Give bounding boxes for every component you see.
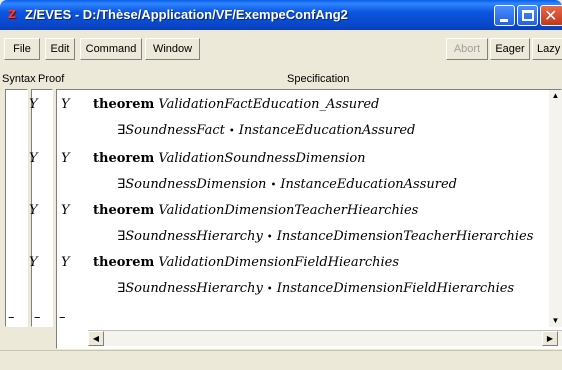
arrow-down-icon[interactable]: ▼ — [549, 314, 562, 327]
horizontal-scrollbar[interactable]: ◀ ▶ — [88, 330, 562, 346]
menu-command[interactable]: Command — [80, 38, 142, 60]
spot-symbol: • — [228, 126, 235, 137]
predicate: InstanceDimensionFieldHierarchies — [276, 281, 515, 296]
theorem-header[interactable]: theorem ValidationFactEducation_Assured — [93, 97, 379, 113]
theorem-keyword: theorem — [93, 255, 155, 270]
bound-variable: SoundnessFact — [125, 123, 225, 138]
menu-window[interactable]: Window — [145, 38, 200, 60]
bound-variable: SoundnessHierarchy — [125, 281, 263, 296]
abort-button[interactable]: Abort — [446, 38, 488, 60]
maximize-icon — [522, 10, 534, 21]
minimize-button[interactable] — [494, 5, 515, 26]
specification-column-header: Specification — [287, 73, 350, 85]
syntax-column-header: Syntax — [2, 73, 36, 85]
theorem-header[interactable]: theorem ValidationDimensionTeacherHiearc… — [93, 203, 418, 219]
bound-variable: SoundnessDimension — [125, 177, 267, 192]
close-icon: ✕ — [544, 6, 558, 25]
theorem-name: ValidationFactEducation_Assured — [158, 97, 380, 112]
theorem-body[interactable]: ∃SoundnessFact • InstanceEducationAssured — [117, 123, 415, 140]
close-button[interactable]: ✕ — [540, 5, 562, 26]
spot-symbol: • — [266, 284, 273, 295]
arrow-right-icon[interactable]: ▶ — [542, 331, 558, 346]
theorem-keyword: theorem — [93, 97, 155, 112]
theorem-keyword: theorem — [93, 151, 155, 166]
proof-flag[interactable]: Y — [61, 256, 70, 270]
maximize-button[interactable] — [517, 5, 538, 26]
theorem-body[interactable]: ∃SoundnessHierarchy • InstanceDimensionFie… — [117, 281, 514, 298]
theorem-header[interactable]: theorem ValidationSoundnessDimension — [93, 151, 366, 167]
menu-edit[interactable]: Edit — [45, 38, 75, 60]
spot-symbol: • — [266, 232, 273, 243]
syntax-flag[interactable]: Y — [29, 152, 38, 166]
theorem-keyword: theorem — [93, 203, 155, 218]
predicate: InstanceEducationAssured — [280, 177, 457, 192]
predicate: InstanceEducationAssured — [238, 123, 416, 138]
proof-column-header: Proof — [38, 73, 65, 85]
arrow-up-icon[interactable]: ▲ — [549, 90, 562, 102]
syntax-flag[interactable]: Y — [29, 98, 38, 112]
empty-syntax-flag[interactable]: – — [8, 311, 15, 325]
window-title: Z/EVES - D:/Thèse/Application/VF/ExempeC… — [25, 7, 348, 22]
arrow-left-icon[interactable]: ◀ — [88, 331, 104, 346]
theorem-header[interactable]: theorem ValidationDimensionFieldHiearchi… — [93, 255, 399, 271]
minimize-icon — [500, 19, 508, 22]
title-bar[interactable]: Z Z/EVES - D:/Thèse/Application/VF/Exemp… — [0, 0, 562, 30]
syntax-flag[interactable]: Y — [29, 204, 38, 218]
exists-symbol: ∃ — [117, 229, 126, 244]
exists-symbol: ∃ — [117, 281, 126, 296]
empty-proof-flag[interactable]: – — [34, 311, 41, 325]
predicate: InstanceDimensionTeacherHierarchies — [276, 229, 534, 244]
menu-file[interactable]: File — [4, 38, 40, 60]
proof-flag[interactable]: Y — [61, 152, 70, 166]
syntax-column — [5, 89, 28, 327]
exists-symbol: ∃ — [117, 123, 126, 138]
proof-flag[interactable]: Y — [61, 98, 70, 112]
syntax-flag[interactable]: Y — [29, 256, 38, 270]
spot-symbol: • — [270, 180, 277, 191]
theorem-name: ValidationSoundnessDimension — [158, 151, 366, 166]
empty-spec-line[interactable]: – — [59, 311, 66, 325]
bound-variable: SoundnessHierarchy — [125, 229, 263, 244]
theorem-body[interactable]: ∃SoundnessDimension • InstanceEducationAss… — [117, 177, 457, 194]
theorem-body[interactable]: ∃SoundnessHierarchy • InstanceDimensionTea… — [117, 229, 533, 246]
eager-button[interactable]: Eager — [490, 38, 530, 60]
theorem-name: ValidationDimensionFieldHiearchies — [158, 255, 400, 270]
theorem-name: ValidationDimensionTeacherHiearchies — [158, 203, 419, 218]
lazy-button[interactable]: Lazy — [532, 38, 562, 60]
proof-flag[interactable]: Y — [61, 204, 70, 218]
vertical-scrollbar[interactable]: ▲ ▼ — [549, 90, 562, 327]
menu-bar: File Edit Command Window Abort Eager Laz… — [0, 30, 562, 66]
exists-symbol: ∃ — [117, 177, 126, 192]
status-bar — [0, 350, 562, 370]
zeves-app-icon[interactable]: Z — [8, 8, 24, 22]
